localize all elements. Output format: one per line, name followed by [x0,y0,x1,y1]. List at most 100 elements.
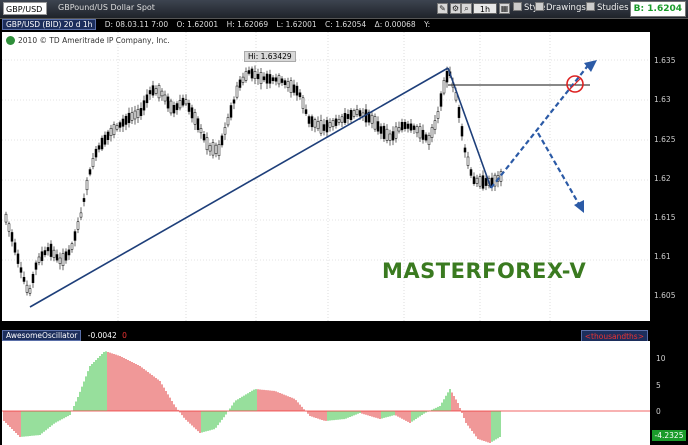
candle [256,73,260,80]
candle [196,118,200,130]
candle [265,73,269,84]
candle [211,142,215,156]
candle [277,75,281,85]
candle [169,100,173,114]
candle [403,121,407,130]
candle [418,126,422,139]
candle [46,247,50,252]
candle [58,257,62,264]
candle [229,105,233,118]
candle [109,127,113,137]
decline-line[interactable] [447,67,492,189]
candle [415,126,419,134]
candle [436,111,440,119]
candle [157,85,161,99]
candle [172,104,176,114]
candle [226,117,230,126]
candle [280,78,284,83]
candle [85,179,89,191]
candle [160,90,164,97]
candle [307,116,311,124]
candle [76,221,80,230]
candle [352,110,356,117]
candle [124,115,128,125]
candle [253,71,257,79]
candle [7,223,11,232]
candle [283,80,287,85]
arrow-up-icon [584,60,597,72]
candle [439,93,443,107]
candle [187,102,191,112]
candle [397,127,401,132]
candle [193,112,197,125]
candle [292,84,296,93]
candle [61,253,65,266]
candle [325,120,329,133]
candle [310,116,314,128]
candle [202,134,206,141]
candle [31,274,35,283]
candle [238,79,242,88]
candle [40,251,44,261]
candle [67,249,71,256]
candle [262,76,266,81]
candle [370,114,374,124]
candle [337,119,341,123]
candle [208,145,212,152]
candle [427,135,431,145]
candle [73,231,77,241]
candle [466,156,470,166]
candle [286,81,290,88]
candle [322,124,326,131]
candle [82,198,86,202]
candle [268,74,272,84]
candle [379,126,383,134]
candle [28,288,32,294]
candle [166,96,170,109]
projection-down-line[interactable] [537,132,581,207]
candle [133,110,137,120]
candle [457,107,461,118]
candle [13,242,17,253]
candle [205,137,209,151]
candle [346,114,350,119]
candle [142,100,146,111]
candle [460,126,464,137]
candle [163,94,167,102]
candle [274,77,278,82]
candle [139,108,143,116]
candle [112,124,116,136]
candle [319,120,323,134]
candle [106,131,110,140]
candle [199,128,203,134]
candle [145,94,149,104]
candle [421,129,425,140]
candle [406,123,410,129]
candle [19,267,23,273]
candle [94,148,98,158]
candle [316,121,320,130]
candle [244,71,248,81]
candle [178,100,182,109]
candle [250,68,254,79]
projection-up-line[interactable] [490,62,591,189]
candle [373,116,377,130]
candle [391,131,395,141]
trend-line[interactable] [29,67,449,308]
candle [358,110,362,117]
arrow-down-icon [574,200,584,213]
td-logo-icon [6,36,15,45]
candle [247,70,251,74]
candle [91,158,95,167]
candle [181,97,185,106]
candle [214,144,218,154]
candle [343,113,347,123]
candle [412,125,416,130]
candle [148,90,152,95]
candle [190,107,194,119]
candle [97,145,101,150]
candle [484,178,488,186]
candle [43,250,47,256]
candle [433,120,437,130]
candle [409,123,413,131]
